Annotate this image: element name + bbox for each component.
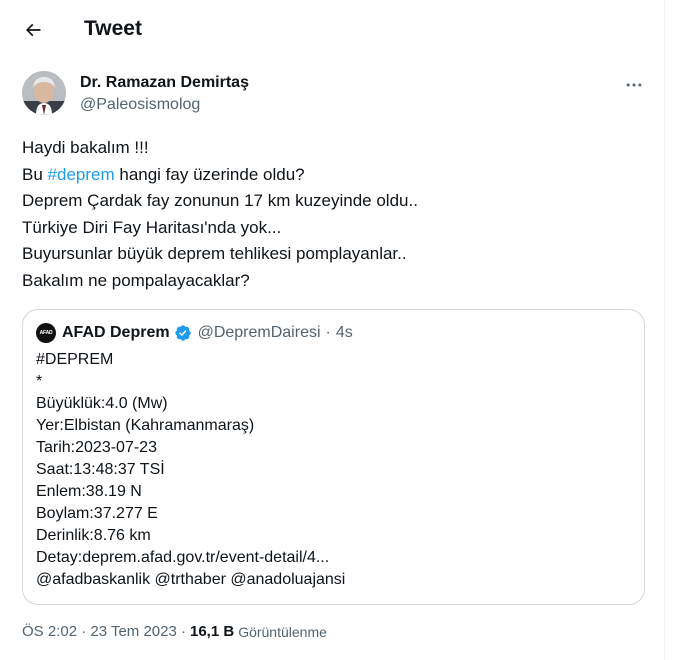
quoted-tweet-body: #DEPREM * Büyüklük:4.0 (Mw) Yer:Elbistan… — [36, 349, 636, 591]
tweet-meta: ÖS 2:02 · 23 Tem 2023 · 16,1 B Görüntüle… — [22, 623, 327, 640]
separator-dot: · — [325, 324, 331, 341]
tweet-line: Buyursunlar büyük deprem tehlikesi pompl… — [22, 244, 407, 263]
quoted-line: Enlem:38.19 N — [36, 483, 142, 500]
back-button[interactable] — [16, 13, 50, 47]
quoted-tweet[interactable]: AFAD AFAD Deprem @DepremDairesi · 4s #DE… — [22, 309, 645, 605]
avatar-photo-icon — [22, 71, 66, 115]
page-title: Tweet — [84, 17, 142, 40]
tweet-text-segment: hangi fay üzerinde oldu? — [114, 164, 305, 184]
quoted-line: * — [36, 373, 43, 390]
tweet-line: Bakalım ne pompalayacaklar? — [22, 270, 250, 290]
quoted-line: Saat:13:48:37 TSİ — [36, 461, 165, 478]
quoted-line: Büyüklük:4.0 (Mw) — [36, 395, 168, 412]
avatar[interactable] — [22, 71, 66, 115]
quoted-avatar[interactable]: AFAD — [36, 323, 56, 343]
tweet-timestamp[interactable]: ÖS 2:02 · 23 Tem 2023 · — [22, 623, 186, 640]
hashtag-link[interactable]: #deprem — [48, 165, 115, 184]
quoted-line: Derinlik:8.76 km — [36, 527, 151, 544]
quoted-line: @afadbaskanlik @trthaber @anadoluajansi — [36, 571, 346, 588]
views-count: 16,1 B — [189, 623, 235, 640]
tweet-author: Dr. Ramazan Demirtaş @Paleosismolog — [22, 71, 652, 119]
tweet-text: Haydi bakalım !!! Bu #deprem hangi fay ü… — [22, 135, 642, 294]
tweet-text-segment: Bu — [22, 164, 48, 184]
quoted-line: Detay:deprem.afad.gov.tr/event-detail/4.… — [36, 549, 330, 566]
quoted-timestamp[interactable]: 4s — [336, 324, 353, 342]
verified-badge-icon — [174, 324, 192, 342]
more-button[interactable] — [620, 71, 648, 99]
header: Tweet — [0, 0, 664, 60]
views-label: Görüntülenme — [238, 623, 327, 640]
author-handle[interactable]: @Paleosismolog — [80, 96, 200, 114]
tweet-line: Türkiye Diri Fay Haritası'nda yok... — [22, 217, 282, 237]
quoted-author-handle[interactable]: @DepremDairesi — [198, 324, 321, 342]
quoted-line: Boylam:37.277 E — [36, 505, 158, 522]
quoted-line: Yer:Elbistan (Kahramanmaraş) — [36, 417, 255, 434]
column-border — [664, 0, 665, 660]
more-horizontal-icon — [626, 83, 642, 87]
author-name[interactable]: Dr. Ramazan Demirtaş — [80, 74, 249, 92]
quoted-line: Tarih:2023-07-23 — [36, 439, 157, 456]
quoted-line: #DEPREM — [36, 351, 114, 368]
quoted-tweet-header: AFAD AFAD Deprem @DepremDairesi · 4s — [36, 322, 353, 344]
quoted-author-name[interactable]: AFAD Deprem — [62, 324, 170, 342]
tweet-line: Deprem Çardak fay zonunun 17 km kuzeyind… — [22, 191, 418, 210]
tweet-line: Bu #deprem hangi fay üzerinde oldu? — [22, 162, 642, 189]
arrow-left-icon — [25, 23, 41, 37]
tweet-line: Haydi bakalım !!! — [22, 138, 149, 157]
